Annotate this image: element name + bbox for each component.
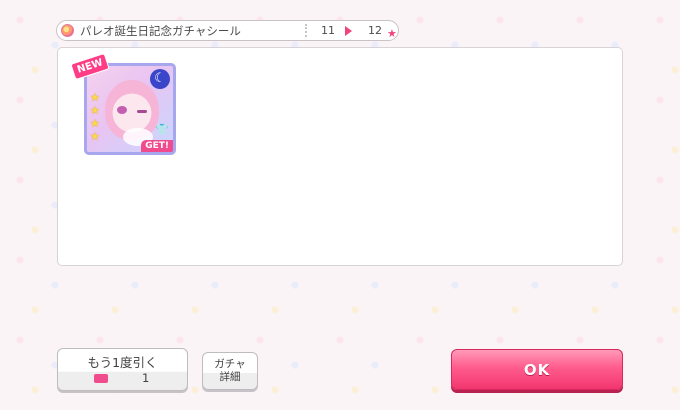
costume-icon: 👕 <box>155 123 169 136</box>
badge-icon <box>61 24 74 37</box>
gacha-detail-line2: 詳細 <box>219 371 241 383</box>
star-icon: ★ <box>90 104 100 117</box>
page-current: 11 <box>321 24 335 37</box>
page-next: 12 <box>368 24 382 37</box>
star-icon: ★ <box>90 91 100 104</box>
next-arrow-icon <box>345 26 352 36</box>
character-wink <box>137 110 147 113</box>
ticket-count: 1 <box>142 371 150 385</box>
results-panel: ☾ ★ ★ ★ ★ 👕 GET! NEW <box>57 47 623 266</box>
rarity-stars: ★ ★ ★ ★ <box>90 92 102 143</box>
draw-again-button[interactable]: もう1度引く 1 <box>57 348 188 391</box>
ok-button[interactable]: OK <box>451 349 623 390</box>
star-icon: ★ <box>387 27 397 40</box>
gacha-header-bar: パレオ誕生日記念ガチャシール 11 12 ★ <box>56 20 399 41</box>
ok-label: OK <box>523 360 551 379</box>
character-eye <box>117 106 127 114</box>
gacha-title: パレオ誕生日記念ガチャシール <box>80 23 241 38</box>
draw-again-label: もう1度引く <box>87 355 158 370</box>
gacha-detail-button[interactable]: ガチャ 詳細 <box>202 352 258 390</box>
gacha-detail-line1: ガチャ <box>214 358 246 370</box>
star-icon: ★ <box>90 117 100 130</box>
moon-icon: ☾ <box>150 69 170 89</box>
ticket-icon <box>94 374 108 383</box>
get-badge: GET! <box>141 140 173 152</box>
result-card[interactable]: ☾ ★ ★ ★ ★ 👕 GET! <box>84 63 176 155</box>
star-icon: ★ <box>90 130 100 143</box>
divider <box>305 24 307 37</box>
